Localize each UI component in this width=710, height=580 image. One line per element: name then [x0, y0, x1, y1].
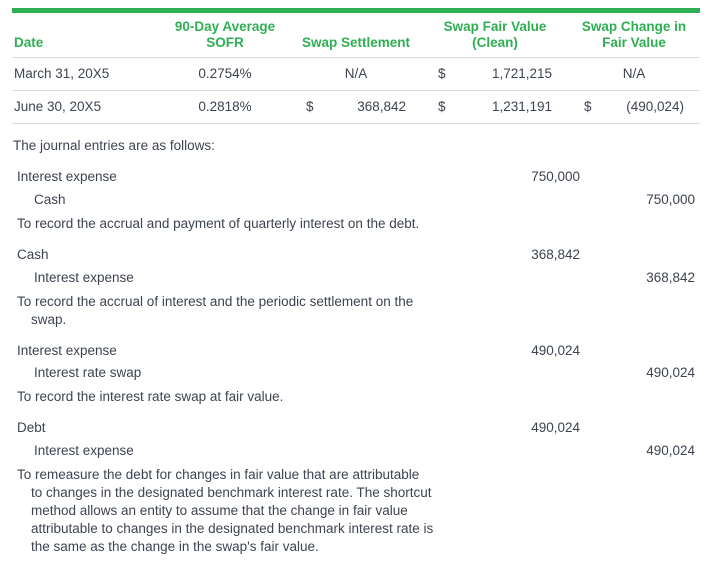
swap-summary-table: Date 90-Day Average SOFR Swap Settlement… [12, 13, 700, 124]
journal-entry-debit-amount: 490,024 [468, 343, 583, 360]
journal-entry-debit-row: Interest expense 490,024 [13, 343, 698, 360]
journal-entry-description-line: method allows an entity to assume that t… [17, 502, 487, 520]
cell-swap-fair-value-amount: 1,721,215 [492, 66, 552, 82]
journal-entry-credit-row: Interest expense 490,024 [13, 443, 698, 460]
journal-entry-credit-row: Cash 750,000 [13, 192, 698, 209]
cell-swap-settlement-amount: 368,842 [357, 99, 406, 115]
cell-swap-change-fair-value: N/A [568, 57, 700, 90]
cell-swap-change-fair-value: $ (490,024) [568, 91, 700, 124]
journal-entry-description-line: the same as the change in the swap's fai… [17, 538, 487, 556]
currency-symbol: $ [424, 99, 446, 115]
cell-swap-fair-value: $ 1,231,191 [422, 91, 568, 124]
cell-date: June 30, 20X5 [12, 91, 160, 124]
journal-entry-credit-account: Interest expense [13, 443, 468, 460]
column-header-sofr-line1: 90-Day Average [175, 19, 275, 34]
cell-swap-settlement: N/A [290, 57, 422, 90]
cell-swap-fair-value-money: $ 1,721,215 [424, 66, 566, 82]
journal-entry-block: Interest expense 490,024 Interest rate s… [13, 343, 700, 407]
cell-swap-settlement-value: N/A [292, 66, 420, 82]
column-header-sofr: 90-Day Average SOFR [160, 13, 290, 57]
cell-swap-fair-value-money: $ 1,231,191 [424, 99, 566, 115]
journal-entry-credit-amount: 368,842 [583, 270, 698, 287]
column-header-sofr-line2: SOFR [206, 35, 244, 50]
column-header-swap-change-line2: Fair Value [602, 35, 666, 50]
currency-symbol: $ [570, 99, 592, 115]
column-header-date-label: Date [14, 35, 43, 50]
journal-entry-credit-account: Interest expense [13, 270, 468, 287]
journal-entry-description-line: To record the accrual and payment of qua… [17, 215, 487, 233]
journal-entry-debit-account: Cash [13, 247, 468, 264]
journal-entry-description-line: attributable to changes in the designate… [17, 520, 487, 538]
table-header-row: Date 90-Day Average SOFR Swap Settlement… [12, 13, 700, 57]
cell-swap-change-amount: (490,024) [626, 99, 684, 115]
journal-entry-description: To record the interest rate swap at fair… [13, 388, 487, 406]
journal-entry-block: Cash 368,842 Interest expense 368,842 To… [13, 247, 700, 329]
currency-symbol: $ [292, 99, 314, 115]
cell-sofr: 0.2754% [160, 57, 290, 90]
journal-entry-description: To remeasure the debt for changes in fai… [13, 466, 487, 556]
cell-date: March 31, 20X5 [12, 57, 160, 90]
cell-swap-change-value: N/A [570, 66, 698, 82]
journal-entry-credit-amount: 490,024 [583, 365, 698, 382]
column-header-swap-fair-value-line1: Swap Fair Value [444, 19, 547, 34]
journal-entry-description: To record the accrual of interest and th… [13, 293, 487, 329]
column-header-swap-settlement: Swap Settlement [290, 13, 422, 57]
journal-entry-debit-row: Debt 490,024 [13, 420, 698, 437]
cell-sofr: 0.2818% [160, 91, 290, 124]
column-header-swap-fair-value: Swap Fair Value (Clean) [422, 13, 568, 57]
journal-entry-debit-amount: 368,842 [468, 247, 583, 264]
journal-entry-debit-account: Interest expense [13, 169, 468, 186]
swap-summary-table-wrapper: Date 90-Day Average SOFR Swap Settlement… [0, 0, 710, 124]
journal-entry-debit-amount: 490,024 [468, 420, 583, 437]
journal-entry-credit-amount: 490,024 [583, 443, 698, 460]
cell-swap-fair-value-amount: 1,231,191 [492, 99, 552, 115]
journal-entry-description: To record the accrual and payment of qua… [13, 215, 487, 233]
journal-intro-text: The journal entries are as follows: [13, 138, 700, 155]
cell-swap-change-money: $ (490,024) [570, 99, 698, 115]
journal-entries-section: The journal entries are as follows: Inte… [0, 124, 710, 555]
column-header-date: Date [12, 13, 160, 57]
table-row: June 30, 20X5 0.2818% $ 368,842 $ 1,231,… [12, 91, 700, 124]
journal-entry-credit-account: Interest rate swap [13, 365, 468, 382]
journal-entry-debit-amount: 750,000 [468, 169, 583, 186]
swap-accounting-page: Date 90-Day Average SOFR Swap Settlement… [0, 0, 710, 580]
currency-symbol: $ [424, 66, 446, 82]
journal-entry-description-line: To remeasure the debt for changes in fai… [17, 466, 487, 484]
journal-entry-debit-row: Interest expense 750,000 [13, 169, 698, 186]
cell-swap-settlement-money: $ 368,842 [292, 99, 420, 115]
cell-swap-settlement: $ 368,842 [290, 91, 422, 124]
journal-entry-debit-row: Cash 368,842 [13, 247, 698, 264]
column-header-swap-fair-value-line2: (Clean) [472, 35, 518, 50]
journal-entry-debit-account: Interest expense [13, 343, 468, 360]
journal-entry-description-line: To record the interest rate swap at fair… [17, 388, 487, 406]
journal-entry-credit-amount: 750,000 [583, 192, 698, 209]
journal-entry-description-line: To record the accrual of interest and th… [17, 293, 487, 311]
journal-entry-block: Debt 490,024 Interest expense 490,024 To… [13, 420, 700, 556]
journal-entry-credit-row: Interest rate swap 490,024 [13, 365, 698, 382]
table-row: March 31, 20X5 0.2754% N/A $ 1,721,215 N… [12, 57, 700, 90]
cell-swap-fair-value: $ 1,721,215 [422, 57, 568, 90]
journal-entry-block: Interest expense 750,000 Cash 750,000 To… [13, 169, 700, 233]
journal-entry-debit-account: Debt [13, 420, 468, 437]
column-header-swap-change-fair-value: Swap Change in Fair Value [568, 13, 700, 57]
journal-entry-description-line: swap. [17, 311, 487, 329]
journal-entry-credit-account: Cash [13, 192, 468, 209]
journal-entry-description-line: to changes in the designated benchmark i… [17, 484, 487, 502]
column-header-swap-settlement-label: Swap Settlement [302, 35, 410, 50]
journal-entry-credit-row: Interest expense 368,842 [13, 270, 698, 287]
column-header-swap-change-line1: Swap Change in [582, 19, 686, 34]
